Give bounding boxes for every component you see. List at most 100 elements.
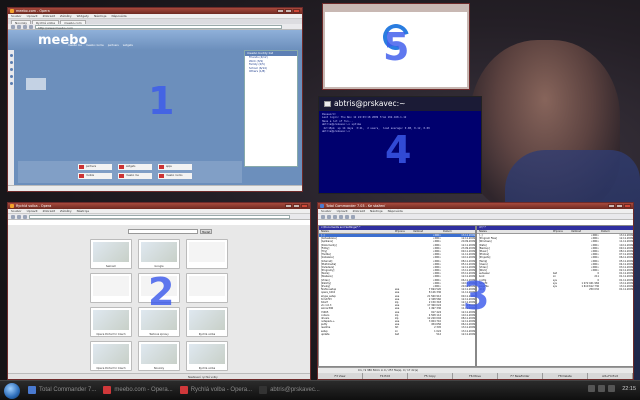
speed-dial-tile[interactable]: Rychlá volba — [186, 307, 228, 337]
meebo-widget[interactable]: apps — [158, 164, 192, 170]
speed-dial-tile[interactable]: Opera Portal for Czech — [90, 307, 132, 337]
panel-history-icon[interactable] — [9, 68, 13, 71]
taskbar-item[interactable]: Total Commander 7... — [28, 386, 96, 394]
window-five[interactable]: 5 — [322, 3, 470, 90]
menu-item[interactable]: Zobrazit — [353, 209, 365, 213]
buddy-list[interactable]: meebo buddy list Friends (4/12) Work (3/… — [244, 50, 298, 167]
speed-dial-tile[interactable]: Google — [138, 239, 180, 269]
window-terminal[interactable]: abtris@prskavec:~ Password: Last login: T… — [318, 96, 482, 194]
meebo-link[interactable]: meebo me — [68, 44, 82, 47]
speed-dial-tile[interactable]: Seznam — [90, 239, 132, 269]
menu-item[interactable]: Záložky — [60, 14, 72, 18]
clock[interactable]: 22:15 — [622, 386, 636, 392]
buddy-group[interactable]: Others (1/8) — [245, 70, 297, 74]
window-total-commander[interactable]: Total Commander 7.03 - Ke stažení Soubor… — [317, 202, 634, 380]
speed-dial-tile[interactable]: Novinky — [138, 341, 180, 371]
f8-delete-button[interactable]: F8 Delete — [543, 373, 588, 379]
meebo-link[interactable]: partners — [108, 44, 119, 47]
ftp-icon[interactable] — [351, 214, 355, 219]
taskbar-item[interactable]: Rychlá volba - Opera... — [179, 386, 252, 394]
column-size[interactable]: Velikost — [411, 230, 441, 233]
left-pane[interactable]: c:\Documents and Settings\*.* Název Příp… — [318, 225, 476, 367]
terminal-titlebar[interactable]: abtris@prskavec:~ — [319, 97, 481, 111]
refresh-icon[interactable] — [321, 214, 325, 219]
minimize-icon[interactable] — [608, 204, 615, 208]
exit-button[interactable]: Alt+F4 Exit — [588, 373, 633, 379]
meebo-widget[interactable]: meebo me — [118, 173, 152, 179]
search-button[interactable]: Hledat — [200, 229, 212, 234]
column-size[interactable]: Velikost — [569, 230, 599, 233]
column-ext[interactable]: Přípona — [551, 230, 569, 233]
window-meebo-titlebar[interactable]: meebo.com - Opera — [8, 8, 302, 14]
taskbar-item[interactable]: meebo.com - Opera... — [103, 386, 173, 394]
meebo-link[interactable]: meebo rooms — [86, 44, 104, 47]
menu-item[interactable]: Zobrazit — [43, 209, 55, 213]
close-icon[interactable] — [293, 9, 300, 13]
taskbar-item[interactable]: abtris@prskavec... — [259, 386, 320, 394]
search-input[interactable] — [128, 229, 198, 234]
window-meebo[interactable]: meebo.com - Opera Soubor Upravit Zobrazi… — [7, 7, 303, 192]
menu-item[interactable]: Soubor — [11, 209, 22, 213]
column-date[interactable]: Datum — [599, 230, 633, 233]
tab-speed-dial[interactable]: Rychlá volba — [32, 20, 60, 25]
reload-icon[interactable] — [23, 24, 27, 29]
speed-dial-tile[interactable] — [90, 273, 132, 303]
column-ext[interactable]: Přípona — [393, 230, 411, 233]
meebo-link[interactable]: widgets — [123, 44, 133, 47]
menu-item[interactable]: Záložky — [60, 209, 72, 213]
file-row[interactable]: update bat 512 12.11.2009 — [319, 333, 475, 336]
menu-item[interactable]: Nápověda — [388, 209, 403, 213]
speed-dial-tile[interactable] — [186, 239, 228, 269]
f5-copy-button[interactable]: F5 Copy — [408, 373, 453, 379]
column-name[interactable]: Název — [319, 230, 393, 233]
speed-dial-tile[interactable]: Opera Portal for Czech — [90, 341, 132, 371]
f4-edit-button[interactable]: F4 Edit — [363, 373, 408, 379]
menu-item[interactable]: Nástroje — [77, 209, 90, 213]
speed-dial-settings-link[interactable]: Nastavení rychlé volby — [8, 376, 218, 379]
menu-item[interactable]: Upravit — [27, 14, 38, 18]
menu-item[interactable]: Upravit — [27, 209, 38, 213]
column-name[interactable]: Název — [477, 230, 551, 233]
window-total-commander-titlebar[interactable]: Total Commander 7.03 - Ke stažení — [318, 203, 633, 209]
maximize-icon[interactable] — [285, 9, 292, 13]
maximize-icon[interactable] — [293, 204, 300, 208]
start-button[interactable] — [4, 383, 20, 399]
menu-item[interactable]: Soubor — [11, 14, 22, 18]
f3-view-button[interactable]: F3 View — [318, 373, 363, 379]
forward-icon[interactable] — [17, 214, 21, 219]
close-icon[interactable] — [624, 204, 631, 208]
battery-icon[interactable] — [608, 385, 616, 392]
reload-icon[interactable] — [23, 214, 27, 219]
minimize-icon[interactable] — [285, 204, 292, 208]
menu-item[interactable]: Zobrazit — [43, 14, 55, 18]
menu-item[interactable]: Upravit — [337, 209, 348, 213]
f6-move-button[interactable]: F6 Move — [453, 373, 498, 379]
panel-transfers-icon[interactable] — [9, 82, 13, 85]
tab-meebo[interactable]: meebo.com — [60, 20, 86, 25]
pack-icon[interactable] — [333, 214, 337, 219]
unpack-icon[interactable] — [339, 214, 343, 219]
meebo-widget[interactable]: partners — [78, 164, 112, 170]
menu-item[interactable]: Nápověda — [111, 14, 126, 18]
speed-dial-tile[interactable]: Rychlá volba — [186, 341, 228, 371]
view-icon[interactable] — [327, 214, 331, 219]
menu-item[interactable]: Soubor — [321, 209, 332, 213]
meebo-widget[interactable]: widgets — [118, 164, 152, 170]
panel-notes-icon[interactable] — [9, 75, 13, 78]
panel-bookmarks-icon[interactable] — [9, 54, 13, 57]
f7-newfolder-button[interactable]: F7 NewFolder — [498, 373, 543, 379]
address-bar[interactable]: http://www.meebo.com — [35, 24, 282, 30]
address-bar[interactable] — [29, 214, 290, 219]
minimize-icon[interactable] — [277, 9, 284, 13]
back-icon[interactable] — [11, 214, 15, 219]
meebo-widget[interactable]: meebo rooms — [158, 173, 192, 179]
speed-dial-tile[interactable] — [186, 273, 228, 303]
panel-mail-icon[interactable] — [9, 61, 13, 64]
window-speed-dial-titlebar[interactable]: Rychlá volba - Opera — [8, 203, 310, 209]
back-icon[interactable] — [11, 24, 15, 29]
meebo-widget[interactable]: mobile — [78, 173, 112, 179]
search-icon[interactable] — [345, 214, 349, 219]
home-icon[interactable] — [29, 24, 33, 29]
menu-item[interactable]: Nástroje — [370, 209, 383, 213]
column-date[interactable]: Datum — [441, 230, 475, 233]
